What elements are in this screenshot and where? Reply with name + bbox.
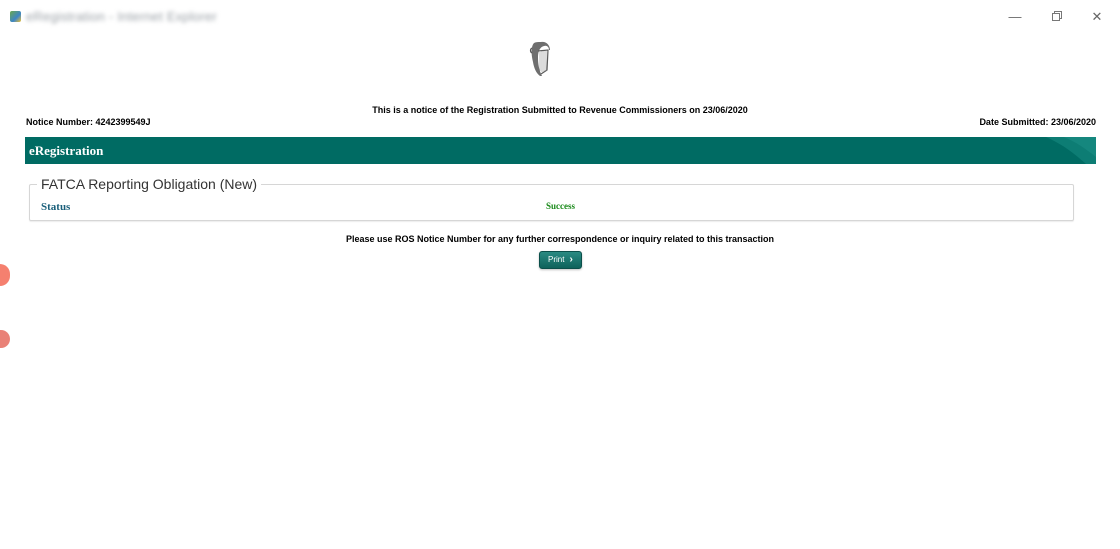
restore-icon	[1052, 13, 1060, 21]
notice-number: Notice Number: 4242399549J	[26, 117, 151, 127]
status-value: Success	[546, 201, 575, 211]
print-button[interactable]: Print ›	[539, 251, 582, 269]
close-button[interactable]: ✕	[1082, 6, 1112, 28]
restore-button[interactable]	[1041, 6, 1071, 28]
edge-decoration	[0, 264, 10, 286]
banner-title: eRegistration	[29, 143, 104, 158]
eregistration-banner: eRegistration	[25, 137, 1096, 164]
harp-emblem-icon	[529, 41, 550, 76]
status-label: Status	[41, 201, 71, 213]
window-titlebar: eRegistration - Internet Explorer — ✕	[0, 0, 1120, 34]
window-title: eRegistration - Internet Explorer	[26, 9, 217, 24]
section-legend: FATCA Reporting Obligation (New)	[37, 176, 262, 192]
internet-explorer-icon	[10, 11, 21, 22]
print-button-label: Print	[548, 255, 565, 264]
date-submitted: Date Submitted: 23/06/2020	[979, 117, 1096, 127]
edge-decoration	[0, 330, 10, 348]
minimize-button[interactable]: —	[1000, 6, 1030, 28]
correspondence-hint: Please use ROS Notice Number for any fur…	[345, 234, 775, 244]
notice-intro: This is a notice of the Registration Sub…	[372, 105, 748, 115]
banner-swoosh-decoration	[1046, 137, 1096, 164]
chevron-right-icon: ›	[569, 254, 573, 265]
